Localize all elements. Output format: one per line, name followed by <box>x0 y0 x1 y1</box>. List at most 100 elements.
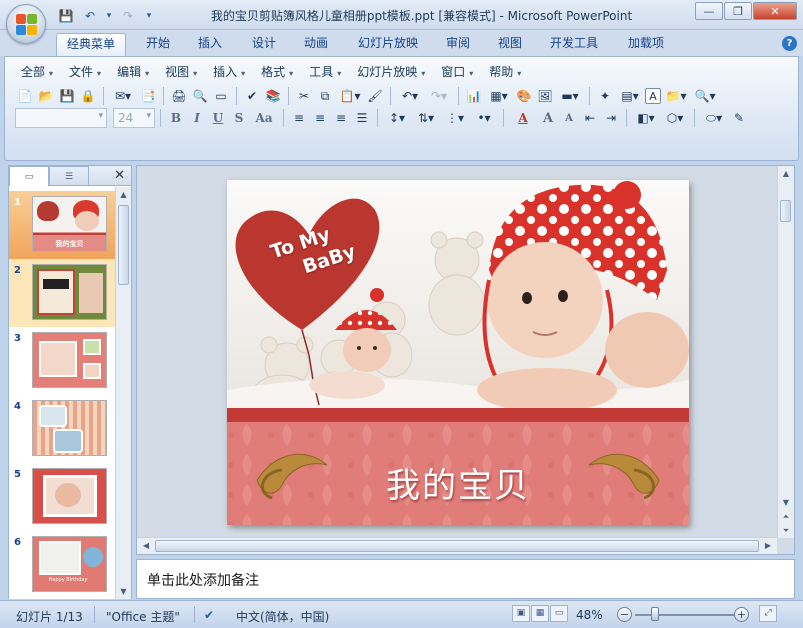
tab-design[interactable]: 设计 <box>242 33 286 56</box>
open-folder-icon[interactable]: 📁▾ <box>662 86 690 106</box>
insert-table-icon[interactable]: ▦▾ <box>485 86 513 106</box>
redo-icon[interactable]: ↷ <box>118 7 138 25</box>
language-indicator[interactable]: 中文(简体，中国) <box>236 608 329 625</box>
slides-tab-icon[interactable]: ▭ <box>9 166 49 186</box>
scroll-left-icon[interactable]: ◀ <box>139 539 153 553</box>
normal-view-icon[interactable]: ▣ <box>512 605 530 622</box>
close-icon[interactable]: ✕ <box>114 168 125 183</box>
zoom-out-button[interactable]: − <box>617 607 632 622</box>
save-icon[interactable]: 💾 <box>57 86 77 106</box>
menu-format[interactable]: 格式 ▾ <box>253 63 301 81</box>
font-size-combo[interactable]: 24 <box>113 108 155 128</box>
undo-dropdown-icon[interactable]: ▾ <box>104 7 114 25</box>
scroll-thumb[interactable] <box>155 540 759 552</box>
menu-insert[interactable]: 插入 ▾ <box>205 63 253 81</box>
theme-name[interactable]: "Office 主题" <box>106 608 180 625</box>
zoom-slider-track[interactable] <box>635 614 735 616</box>
insert-picture-icon[interactable]: 🖼 <box>535 86 555 106</box>
slide-thumbnail-2[interactable]: 2 <box>9 259 115 327</box>
slide-design-icon[interactable]: ▤▾ <box>616 86 644 106</box>
zoom-level[interactable]: 48% <box>576 608 603 622</box>
font-name-combo[interactable] <box>15 108 107 128</box>
tab-slideshow[interactable]: 幻灯片放映 <box>348 33 428 56</box>
spelling-icon[interactable]: ✔ <box>242 86 262 106</box>
thumbnail-scrollbar[interactable]: ▲ ▼ <box>115 187 131 599</box>
scroll-up-icon[interactable]: ▲ <box>778 166 794 181</box>
scroll-down-icon[interactable]: ▼ <box>778 496 794 510</box>
previous-slide-icon[interactable]: ⏶ <box>778 510 794 524</box>
tab-animation[interactable]: 动画 <box>294 33 338 56</box>
italic-button[interactable]: I <box>187 108 207 128</box>
increase-indent-icon[interactable]: ⇥ <box>601 108 621 128</box>
slide-thumbnail-5[interactable]: 5 <box>9 463 115 531</box>
help-icon[interactable]: ? <box>782 36 797 51</box>
shape-outline-icon[interactable]: ✎ <box>729 108 749 128</box>
slideshow-view-icon[interactable]: ▭ <box>550 605 568 622</box>
undo-icon[interactable]: ↶▾ <box>396 86 424 106</box>
restore-button[interactable]: ❐ <box>724 2 752 20</box>
slide-vertical-scrollbar[interactable]: ▲ ▼ ⏶ ⏷ <box>777 166 794 538</box>
office-button[interactable] <box>6 4 46 44</box>
cut-icon[interactable]: ✂ <box>294 86 314 106</box>
tab-review[interactable]: 审阅 <box>436 33 480 56</box>
tab-developer[interactable]: 开发工具 <box>540 33 608 56</box>
underline-button[interactable]: U <box>208 108 228 128</box>
new-file-icon[interactable]: 📄 <box>15 86 35 106</box>
notes-placeholder[interactable]: 单击此处添加备注 <box>147 570 259 590</box>
arrange-icon[interactable]: ⬡▾ <box>661 108 689 128</box>
publish-icon[interactable]: 📑 <box>138 86 158 106</box>
close-button[interactable]: ✕ <box>753 2 797 20</box>
bullets-icon[interactable]: •▾ <box>470 108 498 128</box>
shape-fill-icon[interactable]: ⬭▾ <box>700 108 728 128</box>
line-spacing-icon[interactable]: ↕▾ <box>383 108 411 128</box>
zoom-in-button[interactable]: + <box>734 607 749 622</box>
tab-addins[interactable]: 加载项 <box>618 33 674 56</box>
zoom-icon[interactable]: 🔍▾ <box>691 86 719 106</box>
slide-thumbnail-1[interactable]: 1 我的宝贝 <box>9 191 115 259</box>
next-slide-icon[interactable]: ⏷ <box>778 524 794 538</box>
menu-view[interactable]: 视图 ▾ <box>157 63 205 81</box>
scroll-thumb[interactable] <box>118 205 129 285</box>
format-painter-icon[interactable]: 🖌 <box>365 86 385 106</box>
notes-pane[interactable]: 单击此处添加备注 <box>136 559 795 599</box>
text-direction-icon[interactable]: ⇅▾ <box>412 108 440 128</box>
outline-tab-icon[interactable]: ☰ <box>49 166 89 186</box>
open-folder-icon[interactable]: 📂 <box>36 86 56 106</box>
decrease-indent-icon[interactable]: ⇤ <box>580 108 600 128</box>
insert-chart-icon[interactable]: 📊 <box>464 86 484 106</box>
slide-thumbnail-6[interactable]: 6 Happy Birthday <box>9 531 115 599</box>
redo-icon[interactable]: ↷▾ <box>425 86 453 106</box>
paste-icon[interactable]: 📋▾ <box>336 86 364 106</box>
menu-slideshow[interactable]: 幻灯片放映 ▾ <box>349 63 433 81</box>
scroll-thumb[interactable] <box>780 200 791 222</box>
current-slide[interactable]: To My BaBy 我的宝贝 <box>227 180 689 525</box>
shadow-button[interactable]: S <box>229 108 249 128</box>
spell-check-icon[interactable]: ✔ <box>204 608 214 622</box>
print-preview-icon[interactable]: 🔍 <box>190 86 210 106</box>
permission-icon[interactable]: 🔒 <box>78 86 98 106</box>
scroll-up-icon[interactable]: ▲ <box>116 187 131 202</box>
change-case-button[interactable]: Aa <box>250 108 278 128</box>
grow-font-button[interactable]: A <box>538 108 558 128</box>
align-right-icon[interactable]: ≡ <box>331 108 351 128</box>
new-slide-icon[interactable]: ✦ <box>595 86 615 106</box>
menu-file[interactable]: 文件 ▾ <box>61 63 109 81</box>
shrink-font-button[interactable]: A <box>559 108 579 128</box>
undo-icon[interactable]: ↶ <box>80 7 100 25</box>
research-icon[interactable]: 📚 <box>263 86 283 106</box>
menu-help[interactable]: 帮助 ▾ <box>481 63 529 81</box>
copy-icon[interactable]: ⧉ <box>315 86 335 106</box>
tab-view[interactable]: 视图 <box>488 33 532 56</box>
bold-button[interactable]: B <box>166 108 186 128</box>
numbering-icon[interactable]: ⋮▾ <box>441 108 469 128</box>
clipart-icon[interactable]: 🎨 <box>514 86 534 106</box>
align-center-icon[interactable]: ≡ <box>310 108 330 128</box>
font-color-button[interactable]: A <box>509 108 537 128</box>
print-icon[interactable]: 🖨 <box>169 86 189 106</box>
zoom-slider-thumb[interactable] <box>651 607 659 621</box>
email-icon[interactable]: ✉▾ <box>109 86 137 106</box>
scroll-right-icon[interactable]: ▶ <box>761 539 775 553</box>
slide-thumbnail-3[interactable]: 3 <box>9 327 115 395</box>
slide-horizontal-scrollbar[interactable]: ◀ ▶ <box>137 537 777 554</box>
tab-home[interactable]: 开始 <box>136 33 180 56</box>
